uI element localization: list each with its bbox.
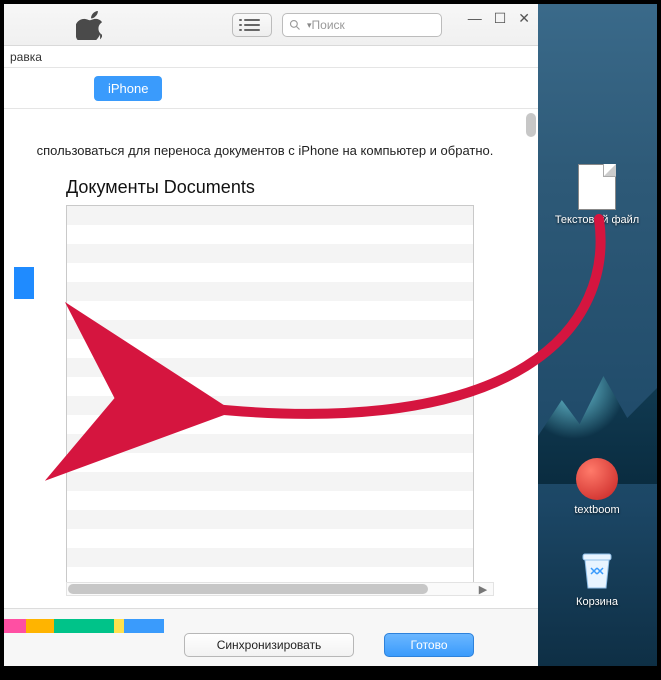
list-item[interactable] xyxy=(67,263,473,282)
list-item[interactable] xyxy=(67,206,473,225)
selection-highlight xyxy=(14,267,34,299)
list-item[interactable] xyxy=(67,244,473,263)
list-item[interactable] xyxy=(67,339,473,358)
list-item[interactable] xyxy=(67,529,473,548)
desktop-trash-label: Корзина xyxy=(552,596,642,608)
storage-usage-bar xyxy=(4,619,164,633)
list-view-button[interactable] xyxy=(232,13,272,37)
device-pill-iphone[interactable]: iPhone xyxy=(94,76,162,101)
recycle-bin-icon xyxy=(577,548,617,592)
device-row: iPhone xyxy=(4,68,538,108)
list-icon xyxy=(244,19,260,31)
vertical-scrollbar-thumb[interactable] xyxy=(526,113,536,137)
desktop-file-label: Текстовый файл xyxy=(552,214,642,226)
maximize-button[interactable]: ☐ xyxy=(494,10,507,27)
menubar: равка xyxy=(4,46,538,68)
list-item[interactable] xyxy=(67,377,473,396)
storage-segment xyxy=(4,619,26,633)
close-button[interactable]: ✕ xyxy=(518,10,530,27)
minimize-button[interactable]: — xyxy=(468,10,482,27)
storage-segment xyxy=(124,619,164,633)
list-item[interactable] xyxy=(67,282,473,301)
storage-segment xyxy=(26,619,54,633)
desktop-trash-icon[interactable]: Корзина xyxy=(552,548,642,608)
storage-segment xyxy=(114,619,124,633)
storage-segment xyxy=(54,619,114,633)
search-placeholder: Поиск xyxy=(312,18,345,32)
horizontal-scrollbar-thumb[interactable] xyxy=(68,584,428,594)
search-input[interactable]: ▾ Поиск xyxy=(282,13,442,37)
menu-item-edit[interactable]: равка xyxy=(10,50,42,64)
search-icon xyxy=(289,19,301,31)
list-item[interactable] xyxy=(67,396,473,415)
itunes-window: ▾ Поиск — ☐ ✕ равка iPhone спользоваться… xyxy=(4,4,538,666)
apple-logo-icon xyxy=(76,10,102,40)
bottom-bar: Синхронизировать Готово xyxy=(4,608,538,666)
documents-list[interactable] xyxy=(66,205,474,585)
list-item[interactable] xyxy=(67,434,473,453)
documents-heading: Документы Documents xyxy=(66,177,255,198)
desktop-app-label: textboom xyxy=(552,504,642,516)
list-item[interactable] xyxy=(67,548,473,567)
list-item[interactable] xyxy=(67,453,473,472)
scroll-right-arrow-icon[interactable]: ▶ xyxy=(476,582,490,596)
list-item[interactable] xyxy=(67,301,473,320)
desktop-app-icon[interactable]: textboom xyxy=(552,458,642,516)
description-text: спользоваться для переноса документов с … xyxy=(12,143,518,158)
list-item[interactable] xyxy=(67,415,473,434)
content-area: спользоваться для переноса документов с … xyxy=(4,108,538,606)
list-item[interactable] xyxy=(67,472,473,491)
textboom-icon xyxy=(576,458,618,500)
textfile-icon xyxy=(578,164,616,210)
desktop-file-icon[interactable]: Текстовый файл xyxy=(552,164,642,226)
sync-button[interactable]: Синхронизировать xyxy=(184,633,354,657)
toolbar: ▾ Поиск — ☐ ✕ xyxy=(4,4,538,46)
done-button[interactable]: Готово xyxy=(384,633,474,657)
list-item[interactable] xyxy=(67,320,473,339)
desktop-area: Текстовый файл textboom Корзина xyxy=(538,4,657,666)
list-item[interactable] xyxy=(67,225,473,244)
list-item[interactable] xyxy=(67,491,473,510)
list-item[interactable] xyxy=(67,358,473,377)
list-item[interactable] xyxy=(67,510,473,529)
